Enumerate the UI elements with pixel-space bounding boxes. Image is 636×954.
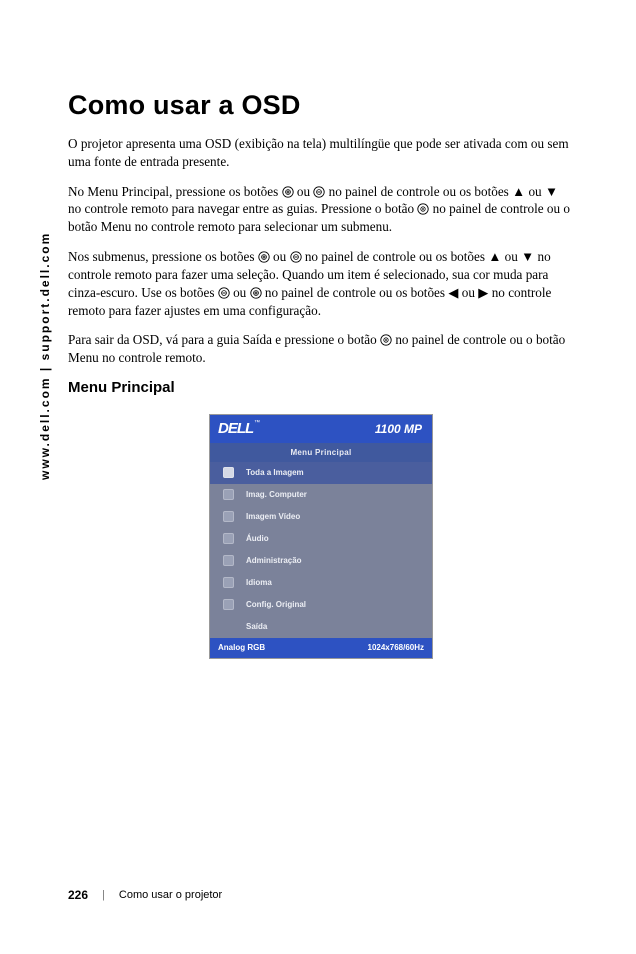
subheading-menu-principal: Menu Principal [68,379,574,396]
page-footer: 226 | Como usar o projetor [68,888,222,902]
osd-item-icon [210,599,246,610]
dell-logo-text: DELL [218,420,253,437]
osd-item-imagem-video: Imagem Vídeo [210,506,432,528]
minus-button-icon [313,186,325,198]
paragraph-1: O projetor apresenta uma OSD (exibição n… [68,135,574,171]
osd-title: Menu Principal [210,443,432,462]
page-heading: Como usar a OSD [68,90,574,121]
osd-item-label: Imagem Vídeo [246,512,432,521]
osd-item-icon [210,533,246,544]
osd-menu-list: Toda a Imagem Imag. Computer Imagem Víde… [210,462,432,638]
osd-item-imag-computer: Imag. Computer [210,484,432,506]
osd-header: DELL™ 1100 MP [210,415,432,443]
plus-button-icon [250,287,262,299]
content-area: Como usar a OSD O projetor apresenta uma… [68,90,574,659]
osd-item-idioma: Idioma [210,572,432,594]
osd-item-icon [210,511,246,522]
osd-item-label: Saída [246,622,432,631]
enter-button-icon [380,334,392,346]
osd-model: 1100 MP [375,422,422,436]
osd-item-config-original: Config. Original [210,594,432,616]
minus-button-icon [290,251,302,263]
text-span: No Menu Principal, pressione os botões [68,184,282,199]
osd-item-icon [210,555,246,566]
osd-item-icon [210,489,246,500]
osd-item-label: Toda a Imagem [246,468,432,477]
enter-button-icon [417,203,429,215]
text-span: ou [233,285,249,300]
osd-screenshot-wrap: DELL™ 1100 MP Menu Principal Toda a Imag… [68,410,574,659]
osd-footer-left: Analog RGB [218,643,265,652]
text-span: Para sair da OSD, vá para a guia Saída e… [68,332,380,347]
paragraph-2: No Menu Principal, pressione os botões o… [68,183,574,236]
plus-button-icon [282,186,294,198]
osd-item-audio: Áudio [210,528,432,550]
osd-item-label: Idioma [246,578,432,587]
page-number: 226 [68,888,88,902]
text-span: Nos submenus, pressione os botões [68,249,258,264]
osd-item-saida: Saída [210,616,432,638]
osd-footer: Analog RGB 1024x768/60Hz [210,638,432,658]
dell-logo: DELL™ [218,420,259,437]
plus-button-icon [258,251,270,263]
paragraph-3: Nos submenus, pressione os botões ou no … [68,248,574,319]
document-page: www.dell.com | support.dell.com Como usa… [0,0,636,954]
osd-item-label: Config. Original [246,600,432,609]
minus-button-icon [218,287,230,299]
osd-item-label: Áudio [246,534,432,543]
paragraph-4: Para sair da OSD, vá para a guia Saída e… [68,331,574,367]
osd-item-administracao: Administração [210,550,432,572]
osd-item-icon [210,577,246,588]
osd-panel: DELL™ 1100 MP Menu Principal Toda a Imag… [209,414,433,659]
osd-item-label: Imag. Computer [246,490,432,499]
side-url-text: www.dell.com | support.dell.com [38,232,52,480]
text-span: ou [297,184,313,199]
trademark-symbol: ™ [254,420,259,426]
osd-footer-right: 1024x768/60Hz [368,643,425,652]
osd-item-label: Administração [246,556,432,565]
text-span: ou [273,249,289,264]
osd-item-toda-a-imagem: Toda a Imagem [210,462,432,484]
footer-section-title: Como usar o projetor [119,889,222,901]
footer-separator: | [102,889,105,901]
osd-item-icon [210,467,246,478]
